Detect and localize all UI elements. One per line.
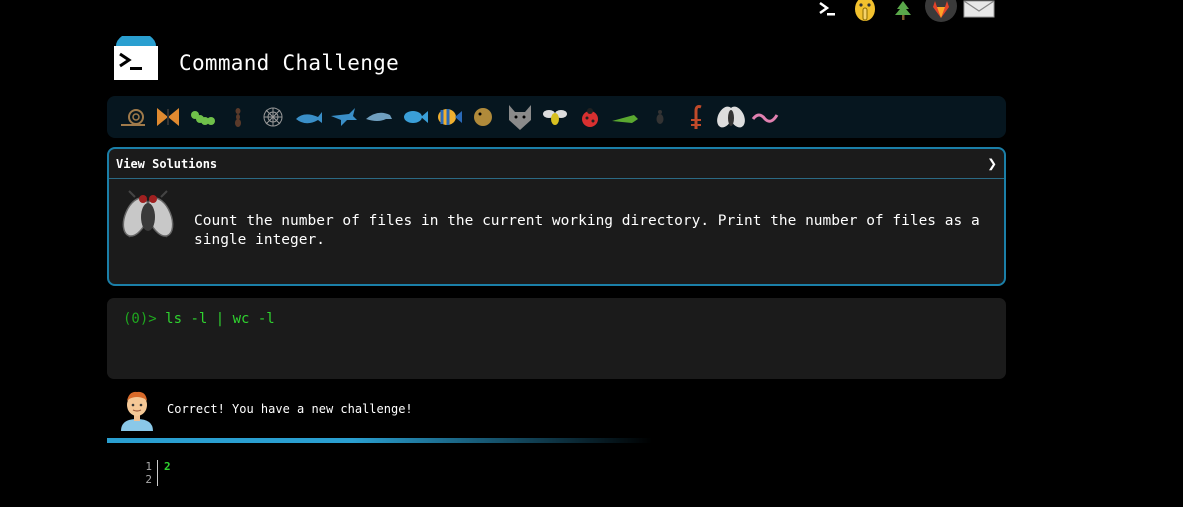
tropical-fish-icon[interactable] [432,102,467,132]
top-nav [808,0,998,26]
blowfish-icon[interactable] [467,102,502,132]
output-panel: 1 2 2 [140,460,171,486]
scorpion-icon[interactable] [678,102,713,132]
line-number: 2 [145,473,152,486]
logo[interactable] [114,32,158,80]
prompt-indicator: (0)> [123,311,157,327]
snail-icon[interactable] [115,102,150,132]
line-number: 1 [145,460,152,473]
fish-icon[interactable] [397,102,432,132]
mail-icon[interactable] [960,0,998,26]
command-line[interactable]: (0)> ls -l | wc -l [123,311,275,327]
bee-icon[interactable] [537,102,572,132]
line-separator [157,460,158,473]
terminal[interactable]: (0)> ls -l | wc -l [107,298,1006,379]
chevron-right-icon: ❯ [987,154,997,173]
cricket-icon[interactable] [608,102,643,132]
challenge-card: View Solutions ❯ Count the number of fil… [107,147,1006,286]
output-line: 1 2 [140,460,171,473]
shush-face-icon[interactable] [846,0,884,26]
ladybug-icon[interactable] [572,102,607,132]
shark-icon[interactable] [326,102,361,132]
gitlab-icon[interactable] [922,0,960,26]
wolf-icon[interactable] [502,102,537,132]
caterpillar-icon[interactable] [185,102,220,132]
worm-icon[interactable] [748,102,783,132]
view-solutions-label: View Solutions [116,156,218,171]
output-line: 2 [140,473,171,486]
dolphin-icon[interactable] [361,102,396,132]
fly-icon [121,189,175,249]
feedback-message: Correct! You have a new challenge! [167,402,413,416]
view-solutions-toggle[interactable]: View Solutions ❯ [109,149,1004,179]
avatar [119,389,155,435]
challenge-description: Count the number of files in the current… [194,213,980,248]
fly-icon[interactable] [713,102,748,132]
page-title: Command Challenge [179,51,400,75]
tree-icon[interactable] [884,0,922,26]
whale-icon[interactable] [291,102,326,132]
ant-icon[interactable] [221,102,256,132]
level-bar [107,96,1006,138]
terminal-icon[interactable] [808,0,846,26]
progress-bar [107,438,652,443]
butterfly-icon[interactable] [150,102,185,132]
command-input[interactable]: ls -l | wc -l [165,311,275,327]
spider-icon[interactable] [643,102,678,132]
line-text: 2 [164,460,171,473]
spider-web-icon[interactable] [256,102,291,132]
line-separator [157,473,158,486]
